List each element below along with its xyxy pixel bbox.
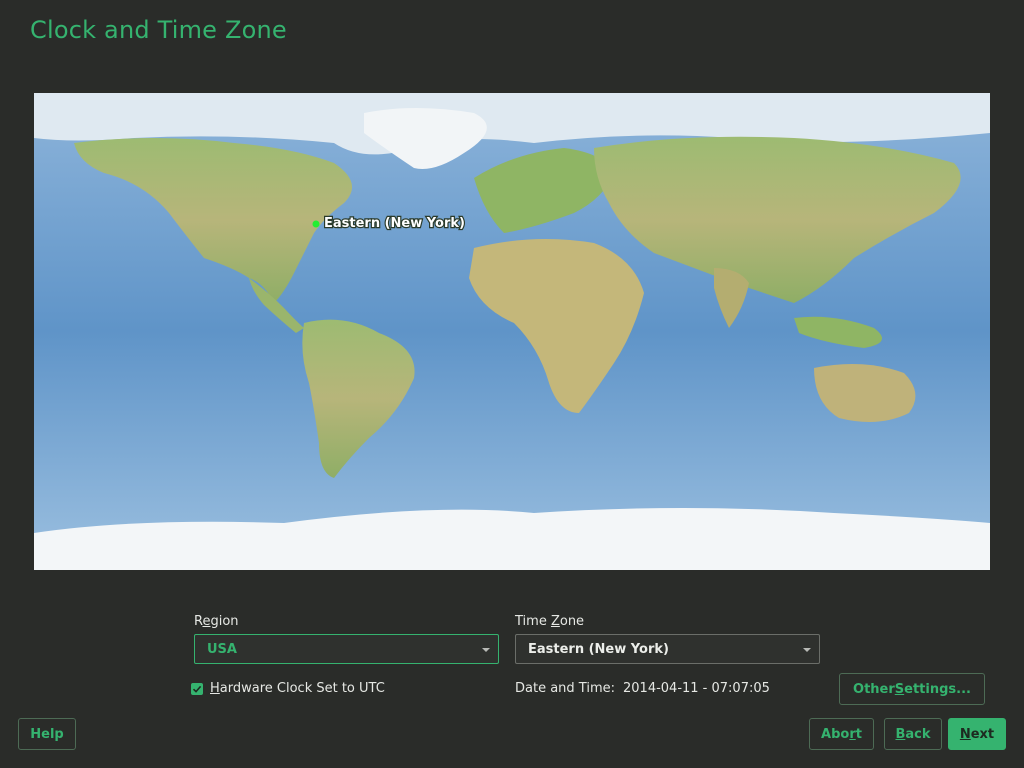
time-zone-dropdown[interactable]: Eastern (New York) [515,634,820,664]
page-title: Clock and Time Zone [30,16,287,44]
chevron-down-icon [803,648,811,652]
help-button[interactable]: Help [18,718,76,750]
region-dropdown[interactable]: USA [194,634,499,664]
map-selected-label: Eastern (New York) [324,216,465,231]
region-label: Region [194,614,239,629]
region-value: USA [207,641,237,657]
world-map[interactable]: Eastern (New York) [34,93,990,570]
chevron-down-icon [482,648,490,652]
date-time-value: 2014-04-11 - 07:07:05 [623,681,770,696]
date-time-display: Date and Time: 2014-04-11 - 07:07:05 [515,681,770,696]
back-button[interactable]: Back [884,718,942,750]
check-icon [192,685,202,693]
hardware-clock-checkbox[interactable] [191,682,203,695]
time-zone-label: Time Zone [515,614,585,629]
other-settings-button[interactable]: Other Settings... [839,673,985,705]
world-map-graphic[interactable]: Eastern (New York) [34,93,990,570]
location-marker-icon[interactable] [312,220,320,228]
next-button[interactable]: Next [948,718,1006,750]
clock-timezone-dialog: Clock and Time Zone Eastern (New York) R… [0,0,1024,768]
abort-button[interactable]: Abo r t [809,718,874,750]
hardware-clock-option[interactable]: Hardware Clock Set to UTC [190,681,385,696]
hardware-clock-label: Hardware Clock Set to UTC [210,681,385,696]
date-time-label: Date and Time: [515,681,615,696]
time-zone-value: Eastern (New York) [528,641,669,657]
